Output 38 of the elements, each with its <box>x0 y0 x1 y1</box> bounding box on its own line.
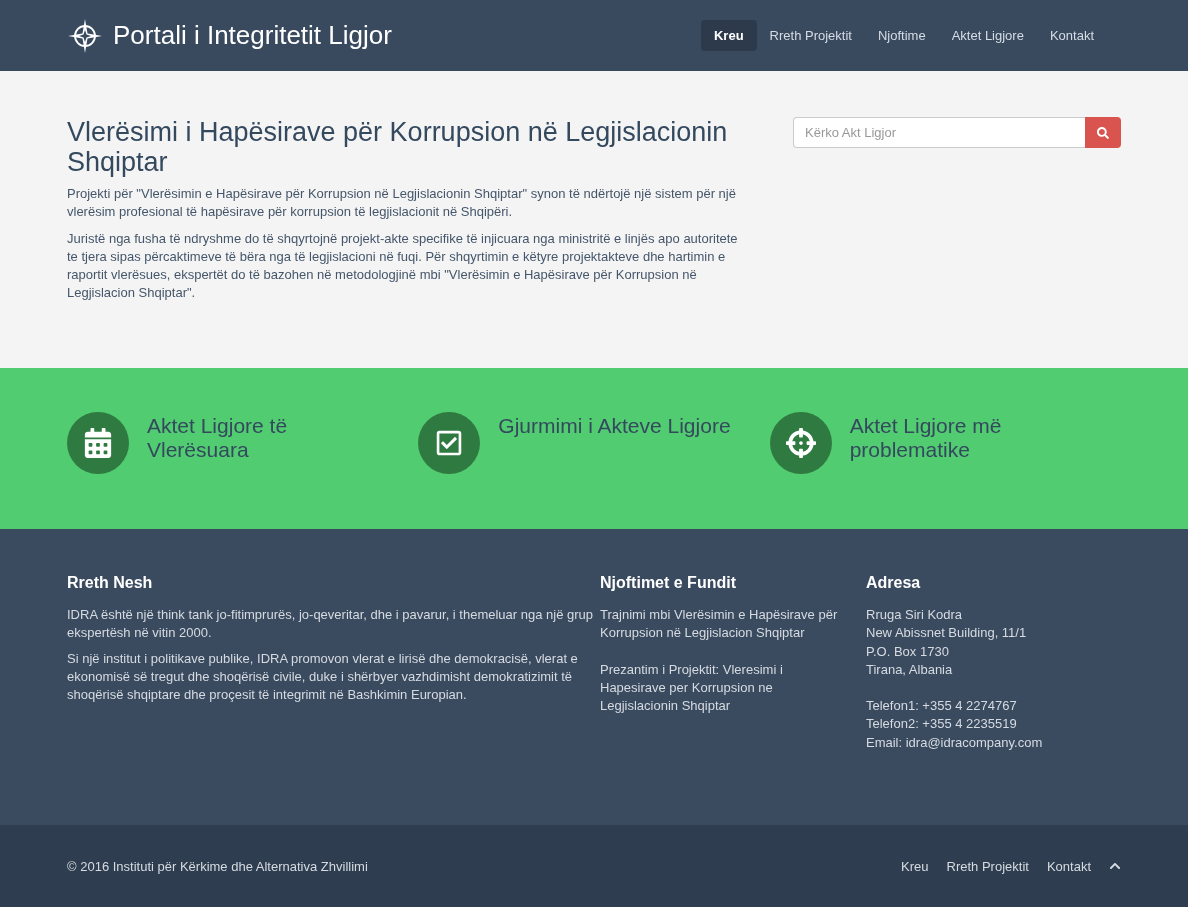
address-line: Rruga Siri Kodra <box>866 606 964 624</box>
address-line: New Abissnet Building, 11/1 <box>866 624 1028 643</box>
news-link[interactable]: Trajnimi mbi Vlerësimin e Hapësirave për Korrupsion në Legjislacion Shqiptar <box>600 606 840 643</box>
site-title[interactable]: Portali i Integritetit Ligjor <box>113 20 392 51</box>
page-heading: Vlerësimi i Hapësirave për Korrupsion në Legjislacionin Shqiptar <box>67 117 729 177</box>
address-line: Telefon1: +355 4 2274767 <box>866 697 1018 716</box>
footer-heading: Njoftimet e Fundit <box>600 574 737 592</box>
nav-link[interactable]: Kontakt <box>1036 20 1107 51</box>
copyright-text: © 2016 Instituti për Kërkime dhe Alternativa Zhvillimi <box>67 858 368 874</box>
footer-link[interactable]: Kreu <box>901 858 929 874</box>
address-line: P.O. Box 1730 <box>866 642 950 661</box>
footer-link[interactable]: Rreth Projektit <box>946 858 1029 874</box>
feature-link[interactable]: Gjurmimi i Akteve Ligjore <box>498 414 759 438</box>
intro-paragraph: Projekti për "Vlerësimin e Hapësirave për Korrupsion në Legjislacionin Shqiptar" synon të ndërtojë një sistem për një vlerësim profesional të hapësirave për korrupsion të legjislacionit në Shqipëri. <box>67 185 737 221</box>
footer-paragraph: IDRA është një think tank jo-fitimprurës, jo-qeveritar, dhe i pavarur, i themeluar nga një grup ekspertësh në vitin 2000. <box>67 606 595 642</box>
footer-heading: Adresa <box>866 574 922 592</box>
news-link[interactable]: Prezantim i Projektit: Vleresimi i Hapesirave per Korrupsion ne Legjislacionin Shqiptar <box>600 660 840 716</box>
nav-link[interactable]: Aktet Ligjore <box>938 20 1037 51</box>
calendar-icon <box>83 428 113 458</box>
address-line: Tirana, Albania <box>866 660 954 679</box>
checkbox-icon <box>435 429 464 457</box>
back-to-top-link[interactable] <box>1109 860 1121 872</box>
footer-link[interactable]: Kontakt <box>1046 858 1091 874</box>
intro-paragraph: Juristë nga fusha të ndryshme do të shqyrtojnë projekt-akte specifike të injicuara nga ministritë e linjës apo autoritete te tjera sipas përcaktimeve të bëra nga të legjislacioni në fuqi. Për shqyrtimin e këtyre projektakteve dhe hartimin e raportit vlerësues, ekspertët do të bazohen në metodologjinë mbi "Vlerësimin e Hapësirave për Korrupsion në Legjislacion Shqiptar". <box>67 230 739 302</box>
nav-link[interactable]: Kreu <box>700 20 757 51</box>
address-line: Email: idra@idracompany.com <box>866 733 1044 752</box>
chevron-up-icon <box>1109 860 1121 872</box>
nav-link[interactable]: Rreth Projektit <box>756 20 865 51</box>
footer-paragraph: Si një institut i politikave publike, IDRA promovon vlerat e lirisë dhe demokracisë, vlerat e ekonomisë së tregut dhe shoqërisë civile, duke i shërbyer vazhdimisht demokratizimit të shoqërisë shqiptare dhe proçesit të integrimit në Bashkimin Europian. <box>67 650 579 704</box>
feature-link[interactable]: Aktet Ligjore më problematike <box>849 414 1040 462</box>
search-field[interactable]: Kërko Akt Ligjor <box>793 117 1085 148</box>
address-line: Telefon2: +355 4 2235519 <box>866 715 1018 734</box>
feature-link[interactable]: Aktet Ligjore të Vlerësuara <box>147 414 337 462</box>
footer-heading: Rreth Nesh <box>67 574 154 592</box>
crosshair-icon <box>785 428 816 458</box>
nav-link[interactable]: Njoftime <box>864 20 939 51</box>
search-icon <box>1097 126 1109 139</box>
search-button[interactable] <box>1085 117 1121 148</box>
